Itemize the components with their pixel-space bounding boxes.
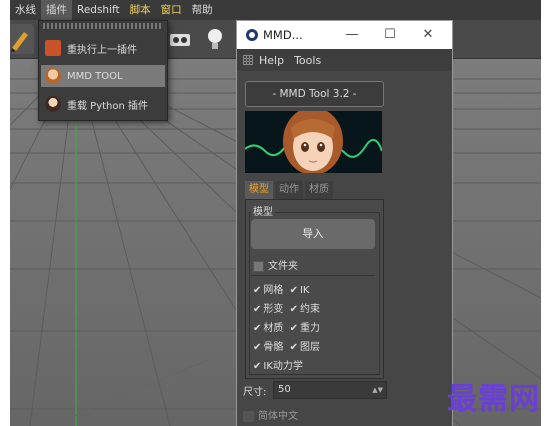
menu-item-script[interactable]: 脚本 (125, 0, 156, 20)
menu-tools[interactable]: Tools (294, 54, 321, 67)
option-layer: 图层 (299, 342, 320, 353)
checkmark-icon[interactable]: ✔ (253, 361, 261, 372)
menubar: 水线 插件 Redshift 脚本 窗口 帮助 (10, 0, 541, 20)
folder-checkbox-label: 文件夹 (268, 261, 298, 272)
menu-item-window[interactable]: 窗口 (156, 0, 187, 20)
option-bone: 骨骼 (263, 342, 284, 353)
mmd-avatar-icon (45, 68, 61, 84)
mmd-tool-window: MMD... — ☐ ✕ Help Tools - MMD Tool 3.2 - (236, 20, 453, 426)
tab-bar: 模型 动作 材质 (245, 181, 335, 199)
grip-icon[interactable] (243, 55, 253, 65)
menu-help[interactable]: Help (259, 54, 284, 67)
option-row: ✔ IK动力学 (253, 357, 303, 372)
tab-material[interactable]: 材质 (305, 181, 333, 199)
menu-item-pipeline[interactable]: 水线 (10, 0, 41, 20)
model-group-label: 模型 (251, 203, 275, 218)
checkbox-unchecked-icon (253, 260, 264, 272)
minimize-icon[interactable]: — (333, 21, 371, 49)
size-value: 50 (278, 384, 291, 395)
maximize-icon[interactable]: ☐ (371, 21, 409, 49)
cinema4d-app: 水线 插件 Redshift 脚本 窗口 帮助 重执行上一插件 MMD TOOL… (10, 0, 541, 426)
simplified-chinese-label: 简体中文 (258, 411, 298, 422)
spinner-arrows-icon[interactable]: ▲▼ (372, 382, 383, 398)
menu-item-redshift[interactable]: Redshift (72, 0, 125, 20)
menu-item-mmd-tool[interactable]: MMD TOOL (41, 65, 165, 87)
window-titlebar[interactable]: MMD... — ☐ ✕ (237, 21, 452, 49)
option-mesh: 网格 (263, 285, 284, 296)
size-label: 尺寸: (243, 387, 267, 398)
menu-item-label: MMD TOOL (67, 70, 123, 82)
character-banner-image (245, 111, 382, 173)
checkmark-icon[interactable]: ✔ (290, 323, 298, 334)
divider (251, 275, 375, 276)
option-morph: 形变 (263, 304, 284, 315)
checkmark-icon[interactable]: ✔ (253, 323, 261, 334)
checkbox-unchecked-icon (243, 410, 254, 422)
close-icon[interactable]: ✕ (409, 21, 447, 49)
size-input[interactable]: 50 ▲▼ (273, 381, 387, 399)
light-tool-icon[interactable] (200, 24, 230, 54)
option-row: ✔ 形变 ✔ 约束 (253, 300, 320, 315)
checkmark-icon[interactable]: ✔ (253, 285, 261, 296)
python-reload-icon (45, 96, 61, 112)
menu-item-help[interactable]: 帮助 (187, 0, 218, 20)
tab-model[interactable]: 模型 (245, 181, 273, 199)
version-header-button[interactable]: - MMD Tool 3.2 - (245, 81, 384, 107)
folder-checkbox[interactable]: 文件夹 (253, 257, 298, 272)
plugin-icon (45, 40, 61, 56)
menu-item-plugins[interactable]: 插件 (41, 0, 72, 20)
checkmark-icon[interactable]: ✔ (253, 342, 261, 353)
tear-off-handle[interactable] (43, 23, 163, 29)
option-ik-dynamics: IK动力学 (263, 361, 303, 372)
option-row: ✔ 网格 ✔ IK (253, 281, 309, 296)
menu-item-rerun-last-plugin[interactable]: 重执行上一插件 (41, 37, 165, 59)
pencil-tool-icon[interactable] (10, 24, 34, 54)
menu-item-reload-python-plugins[interactable]: 重载 Python 插件 (41, 93, 165, 115)
option-constraint: 约束 (299, 304, 320, 315)
option-gravity: 重力 (299, 323, 320, 334)
c4d-logo-icon (246, 29, 258, 41)
window-menubar: Help Tools (237, 49, 452, 71)
import-button[interactable]: 导入 (251, 219, 375, 249)
checkmark-icon[interactable]: ✔ (253, 304, 261, 315)
checkmark-icon[interactable]: ✔ (290, 285, 298, 296)
option-row: ✔ 骨骼 ✔ 图层 (253, 338, 320, 353)
watermark-logo: 最需网 (447, 382, 540, 417)
menu-item-label: 重执行上一插件 (67, 44, 137, 56)
option-row: ✔ 材质 ✔ 重力 (253, 319, 320, 334)
checkmark-icon[interactable]: ✔ (290, 304, 298, 315)
checkmark-icon[interactable]: ✔ (290, 342, 298, 353)
window-title: MMD... (263, 28, 303, 42)
option-material: 材质 (263, 323, 284, 334)
camera-tool-icon[interactable] (165, 24, 195, 54)
menu-item-label: 重载 Python 插件 (67, 100, 149, 112)
plugins-dropdown-menu: 重执行上一插件 MMD TOOL 重载 Python 插件 (38, 20, 168, 121)
simplified-chinese-checkbox[interactable]: 简体中文 (243, 407, 298, 422)
option-ik: IK (299, 285, 310, 296)
tab-motion[interactable]: 动作 (275, 181, 303, 199)
